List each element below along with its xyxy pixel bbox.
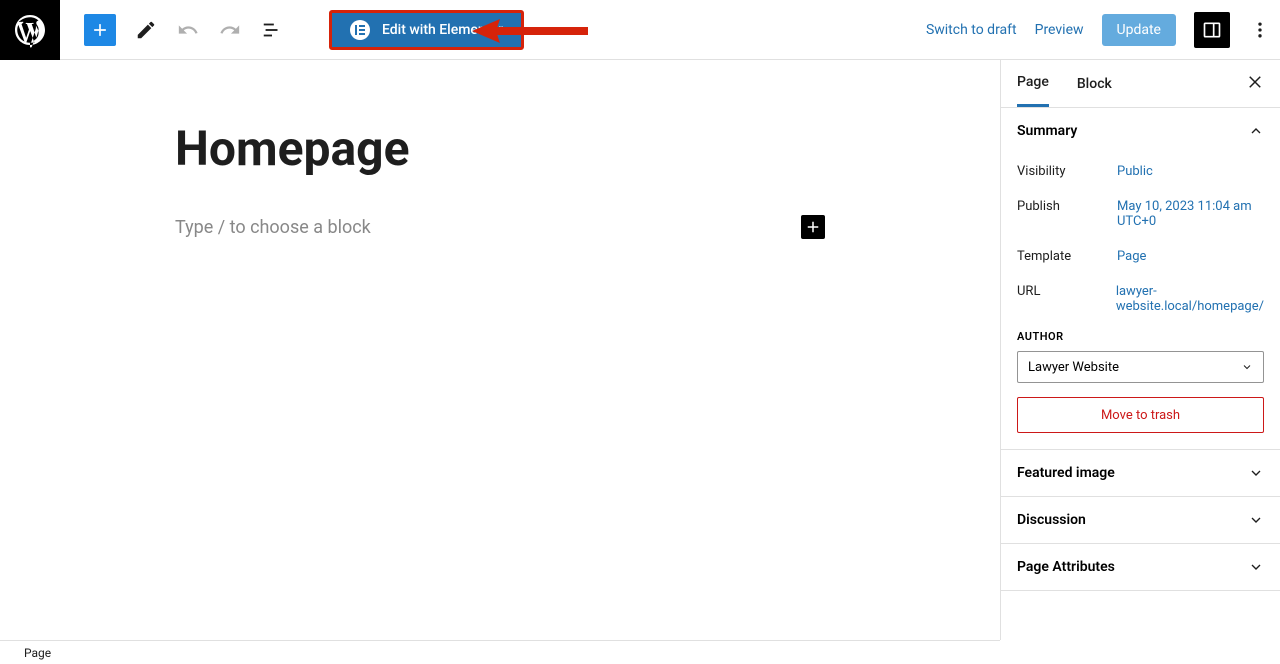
main-area: Homepage Type / to choose a block Page B… <box>0 60 1280 640</box>
options-button[interactable] <box>1248 18 1272 42</box>
arrow-annotation <box>470 16 590 50</box>
panel-discussion: Discussion <box>1001 497 1280 544</box>
panel-summary-header[interactable]: Summary <box>1001 108 1280 154</box>
template-value[interactable]: Page <box>1117 249 1264 264</box>
tab-block[interactable]: Block <box>1077 62 1112 106</box>
author-label: AUTHOR <box>1017 330 1264 343</box>
page-title[interactable]: Homepage <box>175 120 900 177</box>
panel-summary: Summary Visibility Public Publish May 10… <box>1001 108 1280 450</box>
sidebar-tabs: Page Block <box>1001 60 1280 108</box>
tab-page[interactable]: Page <box>1017 60 1049 107</box>
toolbar: Edit with Elementor Switch to draft Prev… <box>0 0 1280 60</box>
preview-link[interactable]: Preview <box>1035 22 1084 38</box>
visibility-value[interactable]: Public <box>1117 164 1264 179</box>
panel-featured-image-header[interactable]: Featured image <box>1001 450 1280 496</box>
list-icon <box>261 19 283 41</box>
move-to-trash-button[interactable]: Move to trash <box>1017 397 1264 433</box>
pencil-icon <box>135 19 157 41</box>
plus-icon <box>804 218 822 236</box>
author-select[interactable]: Lawyer Website <box>1017 351 1264 383</box>
breadcrumb-bar: Page <box>0 640 1000 664</box>
close-sidebar-button[interactable] <box>1246 73 1264 95</box>
plus-icon <box>90 20 110 40</box>
publish-value[interactable]: May 10, 2023 11:04 am UTC+0 <box>1117 199 1264 229</box>
sidebar-icon <box>1202 20 1222 40</box>
document-overview-button[interactable] <box>260 18 284 42</box>
block-placeholder: Type / to choose a block <box>175 217 371 238</box>
redo-icon <box>219 19 241 41</box>
redo-button <box>218 18 242 42</box>
switch-to-draft-link[interactable]: Switch to draft <box>926 22 1017 38</box>
chevron-up-icon <box>1248 123 1264 139</box>
panel-summary-title: Summary <box>1017 123 1077 139</box>
chevron-down-icon <box>1248 465 1264 481</box>
chevron-down-icon <box>1248 512 1264 528</box>
default-block[interactable]: Type / to choose a block <box>175 215 825 239</box>
template-label: Template <box>1017 249 1117 264</box>
visibility-label: Visibility <box>1017 164 1117 179</box>
elementor-icon <box>350 20 370 40</box>
undo-icon <box>177 19 199 41</box>
url-label: URL <box>1017 284 1116 314</box>
panel-discussion-header[interactable]: Discussion <box>1001 497 1280 543</box>
summary-body: Visibility Public Publish May 10, 2023 1… <box>1001 154 1280 449</box>
wordpress-logo[interactable] <box>0 0 60 60</box>
url-value[interactable]: lawyer-website.local/homepage/ <box>1116 284 1264 314</box>
breadcrumb[interactable]: Page <box>24 646 51 660</box>
add-block-inline-button[interactable] <box>801 215 825 239</box>
panel-page-attributes-header[interactable]: Page Attributes <box>1001 544 1280 590</box>
tools-button[interactable] <box>134 18 158 42</box>
toolbar-right: Switch to draft Preview Update <box>926 12 1280 48</box>
panel-page-attributes: Page Attributes <box>1001 544 1280 591</box>
chevron-down-icon <box>1241 361 1253 373</box>
editor-canvas[interactable]: Homepage Type / to choose a block <box>0 60 1000 640</box>
panel-discussion-title: Discussion <box>1017 512 1086 528</box>
add-block-toggle[interactable] <box>84 14 116 46</box>
author-value: Lawyer Website <box>1028 360 1119 375</box>
settings-sidebar: Page Block Summary Visibility Public Pub… <box>1000 60 1280 640</box>
undo-button <box>176 18 200 42</box>
panel-page-attributes-title: Page Attributes <box>1017 559 1115 575</box>
update-button[interactable]: Update <box>1102 14 1176 46</box>
publish-label: Publish <box>1017 199 1117 229</box>
panel-featured-image: Featured image <box>1001 450 1280 497</box>
panel-featured-image-title: Featured image <box>1017 465 1115 481</box>
settings-sidebar-toggle[interactable] <box>1194 12 1230 48</box>
dots-icon <box>1250 20 1270 40</box>
chevron-down-icon <box>1248 559 1264 575</box>
close-icon <box>1246 73 1264 91</box>
